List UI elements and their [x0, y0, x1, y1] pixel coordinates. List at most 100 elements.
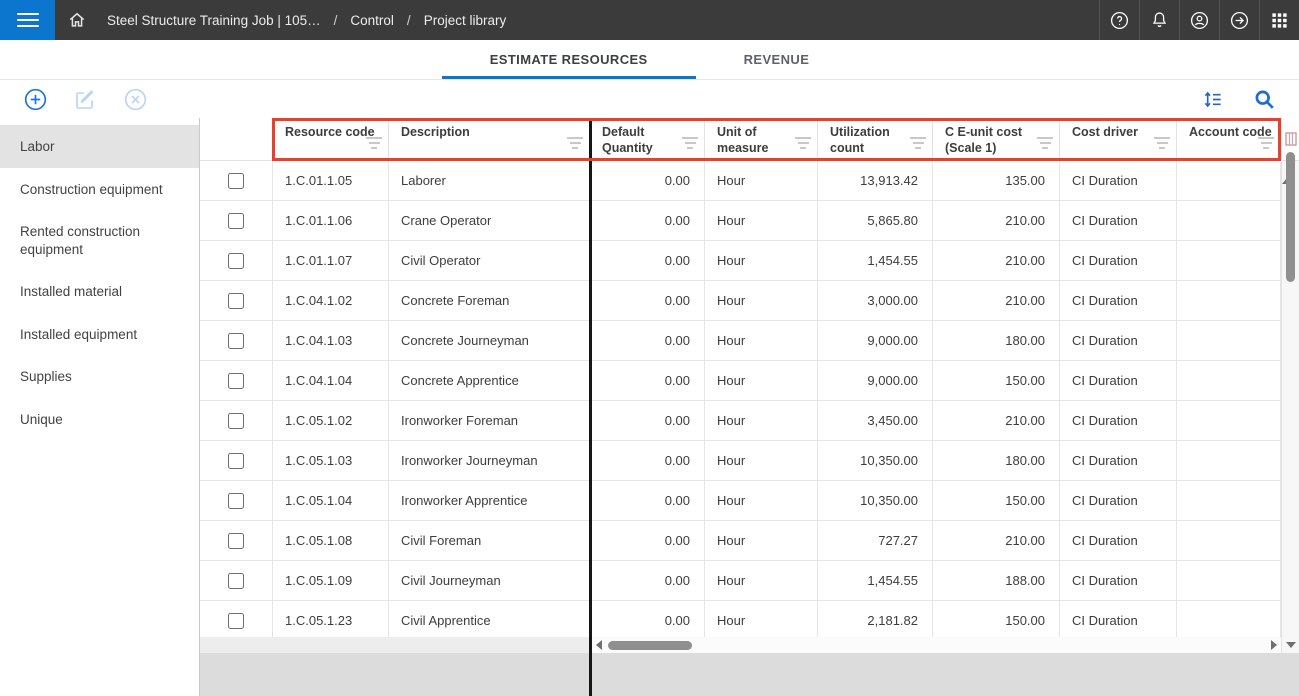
filter-icon[interactable]: [1258, 134, 1274, 149]
cell-description: Civil Journeyman: [389, 561, 590, 600]
sidebar-item-supplies[interactable]: Supplies: [0, 355, 199, 398]
table-row[interactable]: 1.C.05.1.23Civil Apprentice0.00Hour2,181…: [200, 601, 1299, 637]
table-row[interactable]: 1.C.01.1.07Civil Operator0.00Hour1,454.5…: [200, 241, 1299, 281]
account-button[interactable]: [1179, 0, 1219, 40]
filter-icon[interactable]: [1037, 134, 1053, 149]
table-row[interactable]: 1.C.01.1.06Crane Operator0.00Hour5,865.8…: [200, 201, 1299, 241]
filter-icon[interactable]: [366, 134, 382, 149]
apps-button[interactable]: [1259, 0, 1299, 40]
table-row[interactable]: 1.C.05.1.02Ironworker Foreman0.00Hour3,4…: [200, 401, 1299, 441]
row-checkbox[interactable]: [228, 253, 244, 269]
breadcrumb-section[interactable]: Control: [350, 13, 394, 28]
add-icon: [23, 87, 48, 112]
sidebar-item-construction-equipment[interactable]: Construction equipment: [0, 168, 199, 211]
main-menu-button[interactable]: [0, 0, 55, 40]
header-utilization-count[interactable]: Utilization count: [818, 118, 933, 161]
grid-header-row: Resource code Description Default Quanti…: [200, 118, 1299, 161]
cell-unit-of-measure: Hour: [705, 561, 818, 600]
sidebar-item-unique[interactable]: Unique: [0, 398, 199, 441]
header-resource-code[interactable]: Resource code: [273, 118, 389, 161]
search-button[interactable]: [1251, 86, 1277, 112]
grid-toolbar: [0, 80, 1299, 118]
table-row[interactable]: 1.C.05.1.04Ironworker Apprentice0.00Hour…: [200, 481, 1299, 521]
row-checkbox[interactable]: [228, 293, 244, 309]
header-description[interactable]: Description: [389, 118, 590, 161]
tab-revenue[interactable]: REVENUE: [696, 40, 858, 79]
row-checkbox[interactable]: [228, 533, 244, 549]
header-cost-driver[interactable]: Cost driver: [1060, 118, 1177, 161]
header-account-code[interactable]: Account code: [1177, 118, 1281, 161]
table-row[interactable]: 1.C.04.1.03Concrete Journeyman0.00Hour9,…: [200, 321, 1299, 361]
row-checkbox[interactable]: [228, 573, 244, 589]
cell-code: 1.C.05.1.08: [273, 521, 389, 560]
row-checkbox[interactable]: [228, 333, 244, 349]
table-row[interactable]: 1.C.05.1.03Ironworker Journeyman0.00Hour…: [200, 441, 1299, 481]
cell-unit-cost: 150.00: [933, 361, 1060, 400]
breadcrumb-project[interactable]: Steel Structure Training Job | 105…: [107, 13, 321, 28]
cell-description: Concrete Journeyman: [389, 321, 590, 360]
cell-cost-driver: CI Duration: [1060, 561, 1177, 600]
checkbox-cell: [200, 241, 273, 280]
header-default-quantity[interactable]: Default Quantity: [590, 118, 705, 161]
cell-unit-of-measure: Hour: [705, 401, 818, 440]
row-checkbox[interactable]: [228, 373, 244, 389]
header-unit-cost[interactable]: C E-unit cost (Scale 1): [933, 118, 1060, 161]
cell-default-quantity: 0.00: [590, 361, 705, 400]
cell-unit-of-measure: Hour: [705, 201, 818, 240]
filter-icon[interactable]: [795, 134, 811, 149]
cell-utilization-count: 727.27: [818, 521, 933, 560]
filter-icon[interactable]: [910, 134, 926, 149]
table-row[interactable]: 1.C.04.1.04Concrete Apprentice0.00Hour9,…: [200, 361, 1299, 401]
notifications-button[interactable]: [1139, 0, 1179, 40]
horizontal-scrollbar[interactable]: [592, 637, 1281, 653]
cell-code: 1.C.05.1.04: [273, 481, 389, 520]
add-resource-button[interactable]: [22, 86, 48, 112]
table-row[interactable]: 1.C.04.1.02Concrete Foreman0.00Hour3,000…: [200, 281, 1299, 321]
scroll-right-arrow[interactable]: [1271, 640, 1277, 650]
cell-utilization-count: 1,454.55: [818, 561, 933, 600]
cell-unit-of-measure: Hour: [705, 321, 818, 360]
row-checkbox[interactable]: [228, 493, 244, 509]
scroll-left-arrow[interactable]: [596, 640, 602, 650]
sidebar-item-rented-construction-equipment[interactable]: Rented construction equipment: [0, 210, 199, 270]
cell-default-quantity: 0.00: [590, 161, 705, 200]
scroll-down-arrow[interactable]: [1286, 642, 1296, 648]
help-button[interactable]: [1099, 0, 1139, 40]
vertical-scrollbar[interactable]: [1281, 118, 1299, 653]
horizontal-scroll-thumb[interactable]: [608, 641, 692, 650]
row-checkbox[interactable]: [228, 213, 244, 229]
home-button[interactable]: [55, 0, 99, 40]
column-options-icon: [1285, 132, 1297, 146]
breadcrumb-page[interactable]: Project library: [424, 13, 507, 28]
sign-out-button[interactable]: [1219, 0, 1259, 40]
cell-cost-driver: CI Duration: [1060, 361, 1177, 400]
sidebar-item-labor[interactable]: Labor: [0, 125, 199, 168]
delete-resource-button[interactable]: [122, 86, 148, 112]
row-height-button[interactable]: [1199, 86, 1225, 112]
filter-icon[interactable]: [567, 134, 583, 149]
edit-resource-button[interactable]: [72, 86, 98, 112]
row-checkbox[interactable]: [228, 613, 244, 629]
row-checkbox[interactable]: [228, 173, 244, 189]
sidebar-item-installed-material[interactable]: Installed material: [0, 270, 199, 313]
cell-unit-of-measure: Hour: [705, 281, 818, 320]
filter-icon[interactable]: [1154, 134, 1170, 149]
table-row[interactable]: 1.C.01.1.05Laborer0.00Hour13,913.42135.0…: [200, 161, 1299, 201]
table-row[interactable]: 1.C.05.1.09Civil Journeyman0.00Hour1,454…: [200, 561, 1299, 601]
header-unit-of-measure[interactable]: Unit of measure: [705, 118, 818, 161]
cell-account-code: [1177, 441, 1281, 480]
row-checkbox[interactable]: [228, 413, 244, 429]
tab-estimate-resources[interactable]: ESTIMATE RESOURCES: [442, 40, 696, 79]
cell-utilization-count: 10,350.00: [818, 481, 933, 520]
breadcrumb-separator: /: [407, 13, 411, 28]
filter-icon[interactable]: [682, 134, 698, 149]
cell-account-code: [1177, 241, 1281, 280]
sidebar-item-installed-equipment[interactable]: Installed equipment: [0, 313, 199, 356]
row-checkbox[interactable]: [228, 453, 244, 469]
tab-bar: ESTIMATE RESOURCES REVENUE: [0, 40, 1299, 80]
cell-unit-of-measure: Hour: [705, 481, 818, 520]
table-row[interactable]: 1.C.05.1.08Civil Foreman0.00Hour727.2721…: [200, 521, 1299, 561]
vertical-scroll-thumb[interactable]: [1286, 152, 1295, 282]
cell-default-quantity: 0.00: [590, 201, 705, 240]
cell-utilization-count: 3,450.00: [818, 401, 933, 440]
